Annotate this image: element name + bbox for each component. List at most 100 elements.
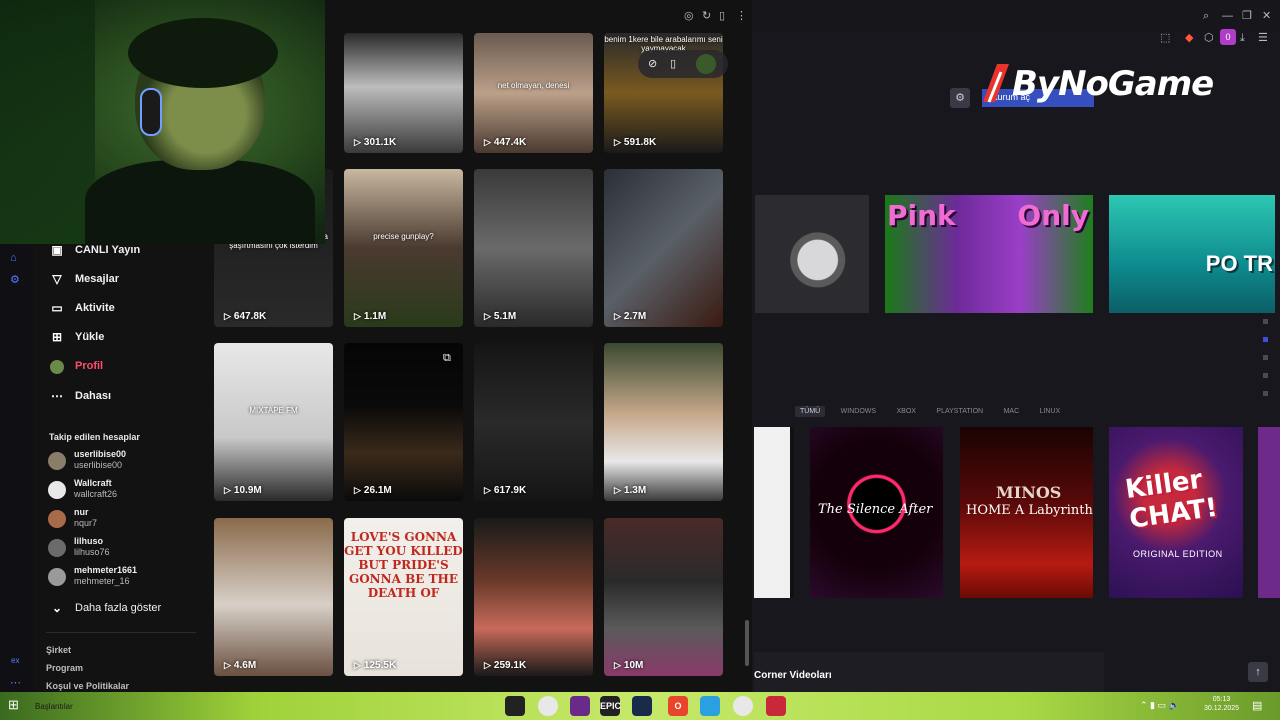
video-tile[interactable]: net olmayan, denesi ▷ 447.4K bbox=[474, 33, 593, 153]
banner-pink-only[interactable]: Pink Only bbox=[885, 195, 1093, 313]
refresh-icon[interactable]: ↻ bbox=[702, 9, 711, 23]
extensions-icon[interactable]: ⬡ bbox=[1204, 31, 1214, 45]
video-tile[interactable]: precise gunplay? ▷ 1.1M bbox=[344, 169, 463, 327]
opera-icon[interactable]: O bbox=[668, 696, 688, 716]
view-count-value: 259.1K bbox=[493, 660, 527, 671]
menu-icon[interactable]: ☰ bbox=[1258, 31, 1268, 45]
multi-image-icon: ⧉ bbox=[443, 352, 451, 364]
link-icon[interactable]: ⊘ bbox=[648, 57, 657, 71]
footer-link-program[interactable]: Program bbox=[46, 663, 83, 673]
game-card-minos[interactable]: MINOS HOME A Labyrinth bbox=[960, 427, 1093, 598]
game-card-killer-chat[interactable]: Killer CHAT! ORIGINAL EDITION bbox=[1109, 427, 1243, 598]
filter-mac[interactable]: MAC bbox=[999, 406, 1025, 417]
notification-badge[interactable]: 0 bbox=[1220, 29, 1236, 45]
chrome-alt-icon[interactable] bbox=[733, 696, 753, 716]
view-count: ▷ 259.1K bbox=[484, 660, 526, 671]
nav-profile[interactable]: Profil bbox=[49, 359, 103, 379]
game-title: MINOS bbox=[996, 483, 1062, 502]
filter-xbox[interactable]: XBOX bbox=[892, 406, 921, 417]
view-count-value: 647.8K bbox=[233, 311, 267, 322]
bynogame-logo-text: ByNoGame bbox=[1012, 64, 1214, 104]
video-tile[interactable]: ▷ 301.1K bbox=[344, 33, 463, 153]
carousel-dot[interactable] bbox=[1263, 373, 1268, 378]
screenshot-icon[interactable]: ⬚ bbox=[1160, 31, 1170, 45]
scrollbar[interactable] bbox=[745, 620, 749, 666]
avatar bbox=[48, 539, 66, 557]
view-count: ▷ 447.4K bbox=[484, 137, 526, 148]
restore-icon[interactable]: ❐ bbox=[1242, 9, 1252, 23]
windows-start-icon[interactable]: ⊞ bbox=[8, 697, 19, 713]
view-count: ▷ 125.5K bbox=[354, 660, 396, 671]
brave-shield-icon[interactable]: ◆ bbox=[1185, 31, 1193, 45]
more-icon[interactable]: ⋯ bbox=[10, 676, 21, 690]
account-item[interactable]: lilhuso lilhuso76 bbox=[48, 536, 110, 562]
nav-upload[interactable]: ⊞ Yükle bbox=[49, 330, 104, 350]
clock[interactable]: 05:13 30.12.2025 bbox=[1204, 695, 1239, 713]
epic-games-icon[interactable]: EPIC bbox=[600, 696, 621, 716]
filter-playstation[interactable]: PLAYSTATION bbox=[931, 406, 988, 417]
filter-windows[interactable]: WINDOWS bbox=[836, 406, 881, 417]
app-icon[interactable] bbox=[766, 696, 786, 716]
more-vertical-icon[interactable]: ⋮ bbox=[736, 9, 747, 23]
download-icon[interactable]: ⤓ bbox=[1240, 31, 1245, 45]
footer-link-company[interactable]: Şirket bbox=[46, 645, 71, 655]
nav-activity[interactable]: ▭ Aktivite bbox=[49, 301, 114, 321]
account-handle: lilhuso76 bbox=[74, 547, 110, 557]
show-more-button[interactable]: ⌄ Daha fazla göster bbox=[49, 601, 161, 621]
video-tile[interactable]: MIXTAPE FM ▷ 10.9M bbox=[214, 343, 333, 501]
account-handle: nqur7 bbox=[74, 518, 98, 528]
video-tile[interactable]: ▷ 26.1M bbox=[344, 343, 463, 501]
close-icon[interactable]: ✕ bbox=[1262, 9, 1271, 23]
video-tile[interactable]: LOVE'S GONNA GET YOU KILLED BUT PRIDE'S … bbox=[344, 518, 463, 676]
carousel-dot[interactable] bbox=[1263, 355, 1268, 360]
view-count-value: 1.1M bbox=[363, 311, 387, 322]
game-card[interactable] bbox=[754, 427, 794, 598]
account-handle: mehmeter_16 bbox=[74, 576, 130, 586]
nav-messages[interactable]: ▽ Mesajlar bbox=[49, 272, 119, 292]
telegram-icon[interactable] bbox=[700, 696, 720, 716]
game-subtitle: ORIGINAL EDITION bbox=[1133, 549, 1223, 559]
chrome-icon[interactable] bbox=[538, 696, 558, 716]
game-card[interactable] bbox=[1258, 427, 1280, 598]
settings-icon[interactable]: ◎ bbox=[684, 9, 694, 23]
home-icon[interactable]: ⌂ bbox=[10, 251, 17, 265]
footer-link-terms[interactable]: Koşul ve Politikalar bbox=[46, 681, 129, 691]
account-item[interactable]: Wallcraft wallcraft26 bbox=[48, 478, 117, 504]
phone-icon[interactable]: ▯ bbox=[670, 57, 676, 71]
video-tile[interactable]: ▷ 2.7M bbox=[604, 169, 723, 327]
search-icon[interactable]: ⌕ bbox=[1203, 9, 1209, 23]
banner-pool[interactable]: PO TR bbox=[1109, 195, 1275, 313]
video-tile[interactable]: ▷ 1.3M bbox=[604, 343, 723, 501]
account-item[interactable]: mehmeter1661 mehmeter_16 bbox=[48, 565, 137, 591]
nav-more[interactable]: ⋯ Dahası bbox=[49, 389, 111, 409]
steam-icon[interactable] bbox=[632, 696, 652, 716]
nav-label: Yükle bbox=[75, 331, 105, 343]
video-tile[interactable]: ▷ 10M bbox=[604, 518, 723, 676]
notification-icon[interactable]: ▤ bbox=[1252, 699, 1262, 712]
game-card-silence-after[interactable]: The Silence After bbox=[810, 427, 943, 598]
account-item[interactable]: nur nqur7 bbox=[48, 507, 97, 533]
banner-mask[interactable] bbox=[755, 195, 869, 313]
video-tile[interactable]: ▷ 259.1K bbox=[474, 518, 593, 676]
avatar[interactable] bbox=[696, 54, 716, 74]
filter-all[interactable]: TÜMÜ bbox=[795, 406, 826, 417]
video-tile[interactable]: ▷ 617.9K bbox=[474, 343, 593, 501]
divider bbox=[46, 632, 196, 633]
video-tile[interactable]: ▷ 5.1M bbox=[474, 169, 593, 327]
video-tile[interactable]: ▷ 4.6M bbox=[214, 518, 333, 676]
twitch-icon[interactable] bbox=[570, 696, 590, 716]
carousel-dot[interactable] bbox=[1263, 391, 1268, 396]
minimize-icon[interactable]: — bbox=[1222, 9, 1233, 23]
settings-icon[interactable]: ⚙ bbox=[950, 88, 970, 108]
phone-icon[interactable]: ▯ bbox=[719, 9, 725, 23]
nav-live[interactable]: ▣ CANLI Yayın bbox=[49, 243, 140, 263]
filter-linux[interactable]: LINUX bbox=[1035, 406, 1066, 417]
carousel-dot-active[interactable] bbox=[1263, 337, 1268, 342]
carousel-dot[interactable] bbox=[1263, 319, 1268, 324]
arrow-up-icon[interactable]: ↑ bbox=[1248, 662, 1268, 682]
account-item[interactable]: userlibise00 userlibise00 bbox=[48, 449, 126, 475]
browser-icon[interactable] bbox=[505, 696, 525, 716]
settings-icon[interactable]: ⚙ bbox=[10, 273, 20, 287]
system-tray-icons[interactable]: ⌃ ▮ ▭ 🔈 bbox=[1140, 700, 1180, 711]
view-count-value: 26.1M bbox=[363, 485, 392, 496]
